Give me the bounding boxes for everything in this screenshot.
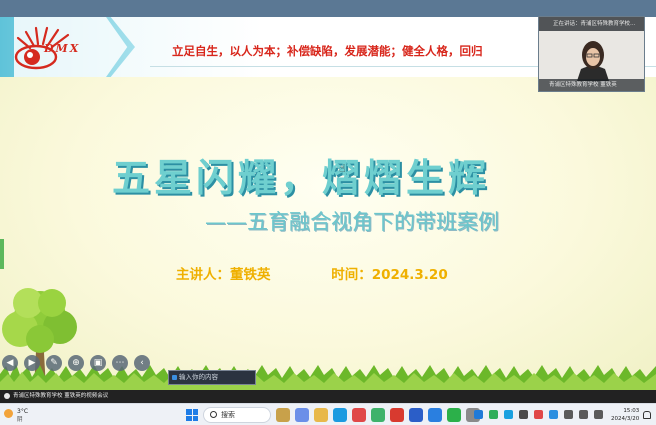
video-bottom-label: 青浦区特殊教育学校 董铁英 (539, 79, 644, 91)
wechat-icon[interactable] (447, 408, 461, 422)
school-motto: 立足自生，以人为本；补偿缺陷，发展潜能；健全人格，回归 (172, 44, 483, 58)
battery-icon[interactable] (594, 410, 603, 419)
logo-text: DMX (44, 42, 81, 55)
wifi-icon[interactable] (564, 410, 573, 419)
app-pdf-icon[interactable] (390, 408, 404, 422)
screen: DMX 立足自生，以人为本；补偿缺陷，发展潜能；健全人格，回归 五星闪耀，熠熠生… (0, 0, 656, 425)
tray-green-icon[interactable] (489, 410, 498, 419)
tray-ime-icon[interactable] (549, 410, 558, 419)
notification-bell-icon[interactable] (643, 411, 651, 419)
windows-taskbar: 3°C 阴 搜索 15:03 2024/3/20 (0, 403, 656, 425)
app-red-icon[interactable] (352, 408, 366, 422)
more-options-icon[interactable]: ⋯ (112, 355, 128, 371)
speaker-label: 主讲人：董铁英 (176, 267, 271, 283)
presentation-toolbar: ◀ ▶ ✎ ⊕ ▣ ⋯ ‹ (2, 354, 150, 372)
pen-icon[interactable]: ✎ (46, 355, 62, 371)
clock-time: 15:03 (623, 408, 640, 414)
taskbar-apps (276, 408, 480, 422)
presenter-avatar (577, 41, 609, 81)
record-icon (4, 392, 10, 399)
folder-icon[interactable] (314, 408, 328, 422)
window-top-bar (0, 0, 656, 17)
zoom-icon[interactable]: ⊕ (68, 355, 84, 371)
meeting-status-bar[interactable]: 青浦区特殊教育学校 董铁英的视频会议 (0, 390, 656, 403)
volume-icon[interactable] (579, 410, 588, 419)
weather-icon (4, 409, 13, 418)
meeting-status-label: 青浦区特殊教育学校 董铁英的视频会议 (13, 393, 109, 399)
edge-browser-icon[interactable] (333, 408, 347, 422)
time-label: 时间：2024.3.20 (331, 267, 448, 283)
app-photo-icon[interactable] (276, 408, 290, 422)
slide-subtitle: ——五育融合视角下的带班案例 (205, 210, 499, 234)
collapse-toolbar-icon[interactable]: ‹ (134, 355, 150, 371)
tray-blue-icon[interactable] (474, 410, 483, 419)
weather-widget[interactable]: 3°C 阴 (4, 408, 38, 423)
app-widget-icon[interactable] (295, 408, 309, 422)
system-tray (474, 410, 603, 419)
taskbar-search-input[interactable]: 搜索 (203, 407, 271, 423)
weather-temp: 3°C (17, 408, 29, 415)
ime-input-bar[interactable]: 输入你的内容 (168, 370, 256, 385)
tray-cloud-icon[interactable] (504, 410, 513, 419)
clock-date: 2024/3/20 (611, 416, 640, 422)
speaker-time-line: 主讲人：董铁英 时间：2024.3.20 (176, 263, 448, 283)
app-green-icon[interactable] (371, 408, 385, 422)
tray-network-icon[interactable] (519, 410, 528, 419)
slide-title: 五星闪耀，熠熠生辉 (112, 155, 491, 200)
word-icon[interactable] (409, 408, 423, 422)
weather-condition: 阴 (17, 417, 23, 423)
windows-start-icon[interactable] (186, 409, 198, 421)
camera-icon[interactable]: ▣ (90, 355, 106, 371)
app-blue-icon[interactable] (428, 408, 442, 422)
taskbar-clock[interactable]: 15:03 2024/3/20 (611, 407, 639, 423)
previous-slide-icon[interactable]: ◀ (2, 355, 18, 371)
next-slide-icon[interactable]: ▶ (24, 355, 40, 371)
mouse-cursor-icon: ☝ (339, 162, 346, 175)
tray-red-icon[interactable] (534, 410, 543, 419)
presenter-video-window[interactable]: 正在讲话：青浦区特殊教育学校… 青浦区特殊教育学校 董铁英 (538, 16, 645, 92)
video-top-label: 正在讲话：青浦区特殊教育学校… (539, 17, 644, 31)
left-edge-indicator (0, 239, 4, 269)
